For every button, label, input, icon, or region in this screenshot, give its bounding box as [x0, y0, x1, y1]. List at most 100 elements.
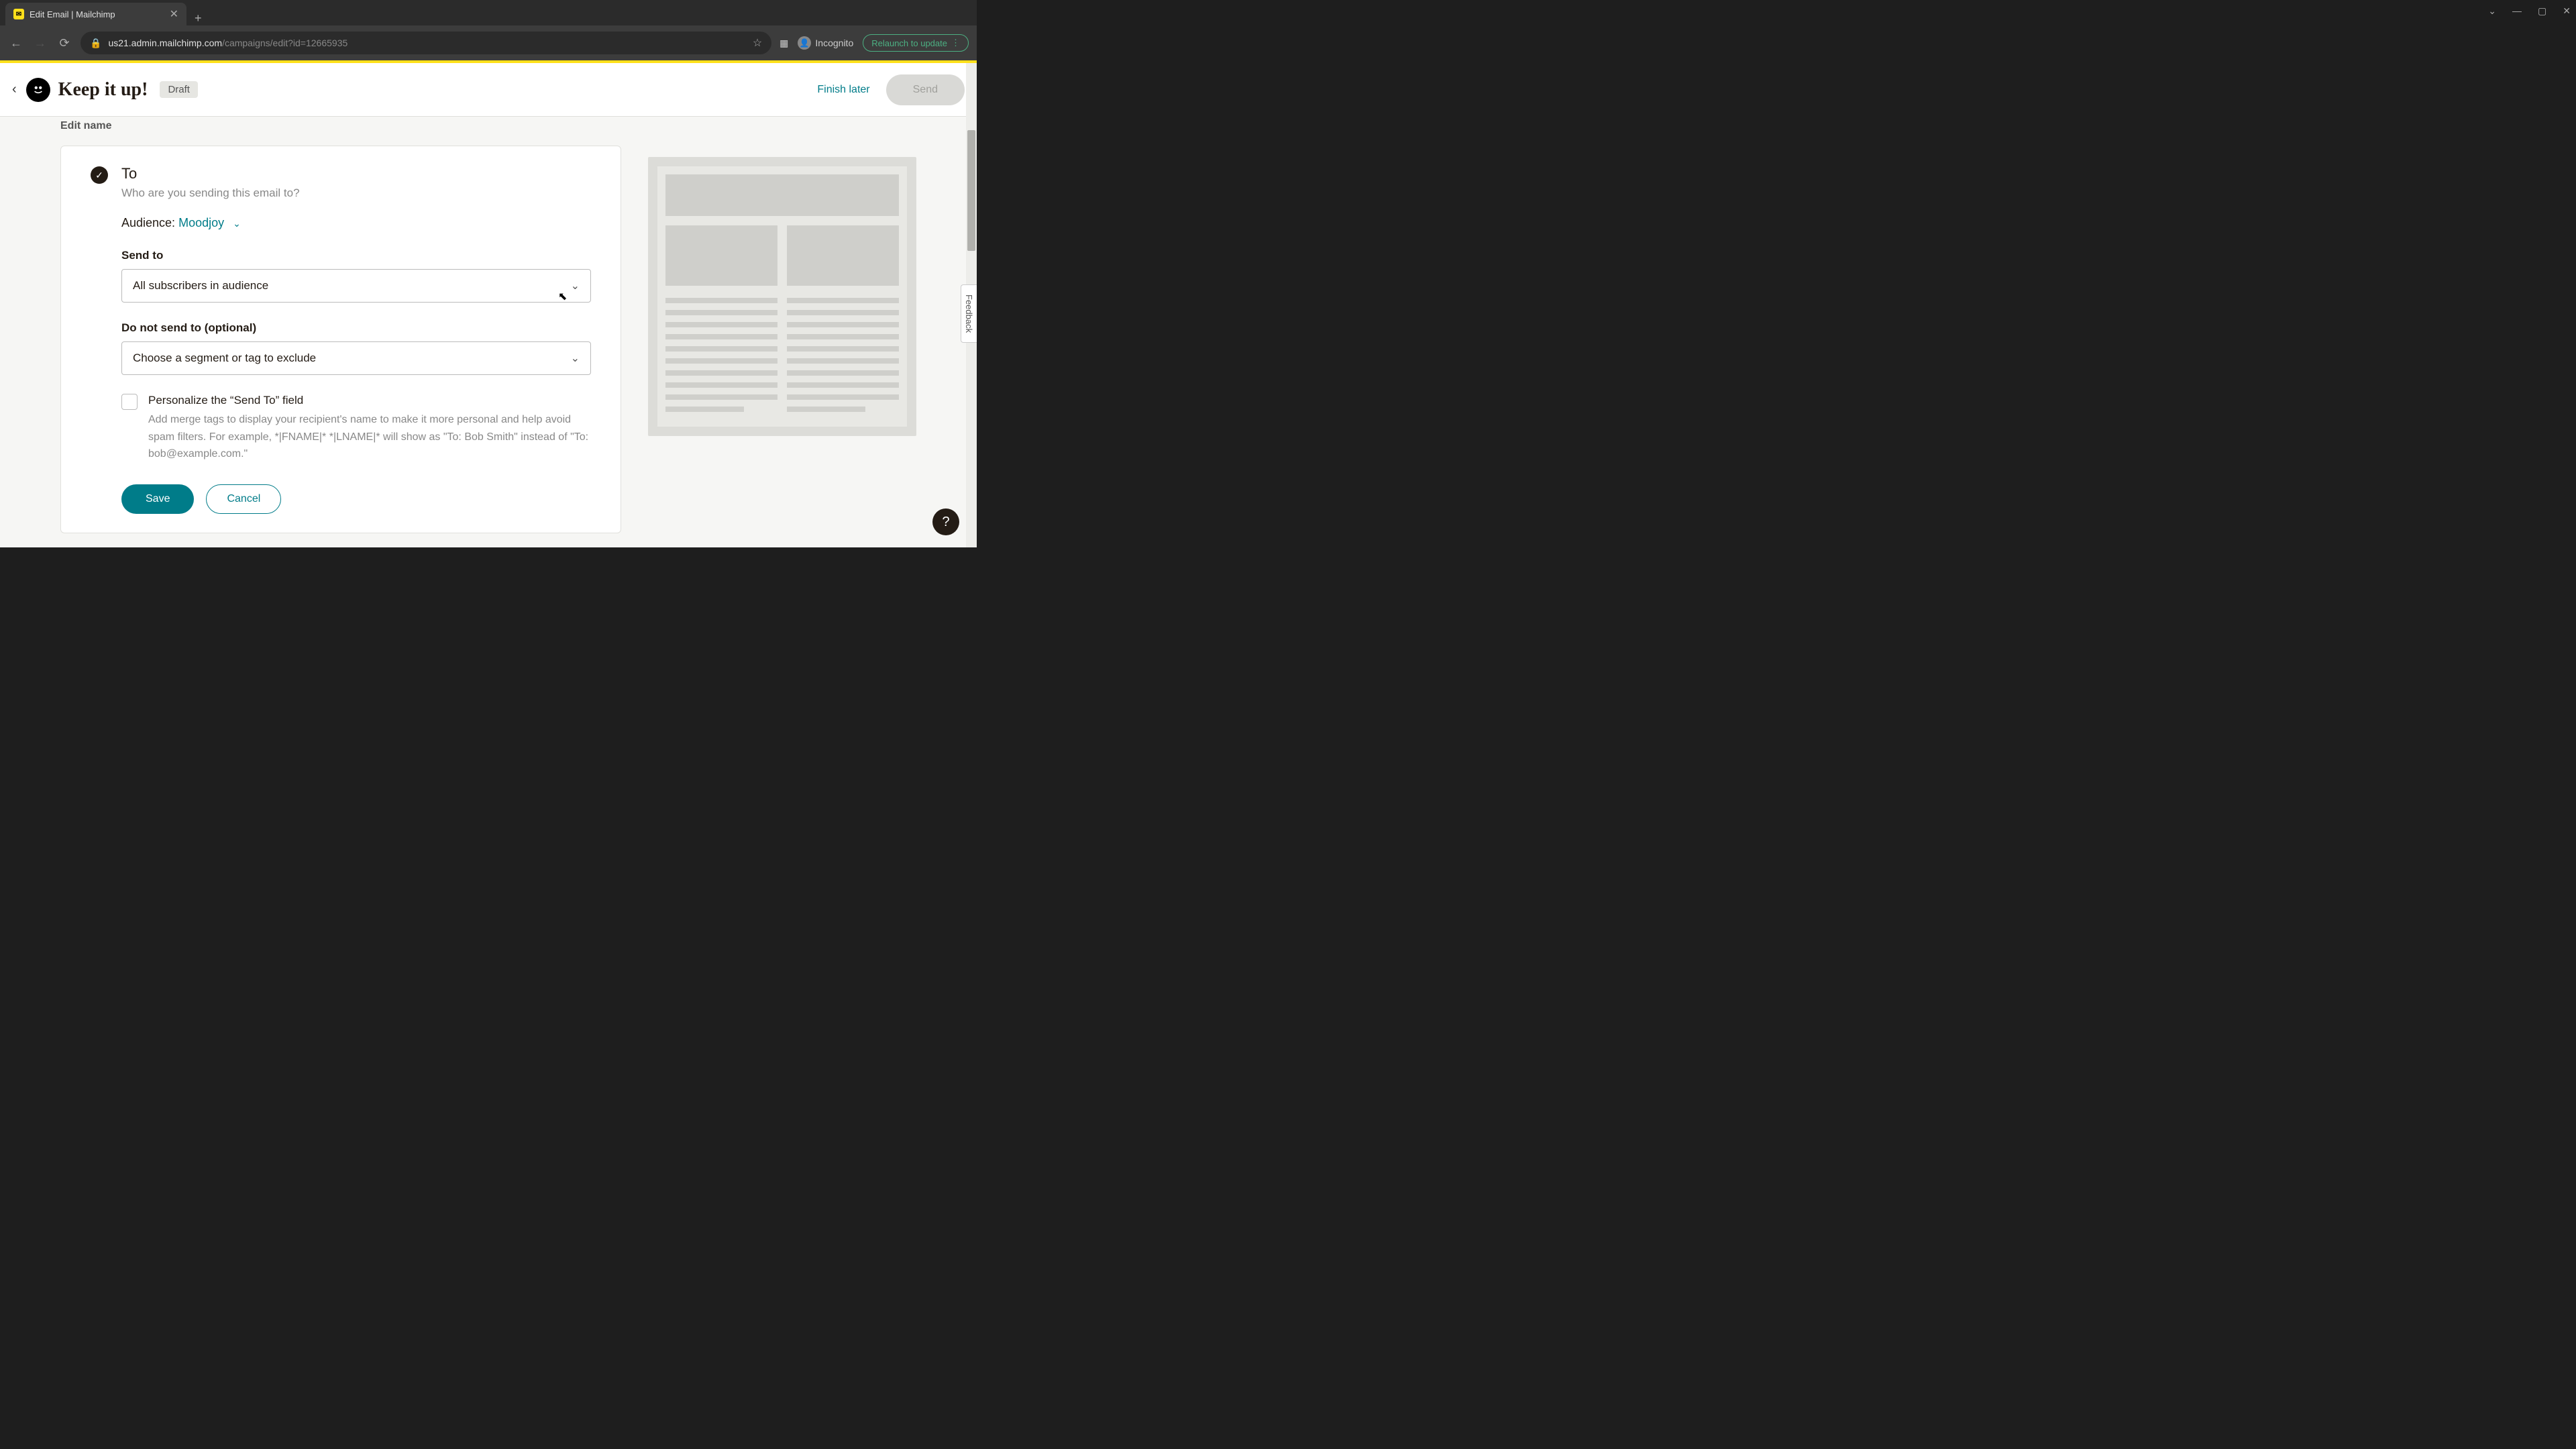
preview-inner: [657, 166, 907, 427]
forward-button[interactable]: →: [32, 36, 48, 50]
address-bar-row: ← → ⟳ 🔒 us21.admin.mailchimp.com/campaig…: [0, 25, 977, 60]
tab-close-icon[interactable]: ✕: [170, 7, 178, 21]
card-body: Audience: Moodjoy ⌄ Send to All subscrib…: [121, 216, 591, 463]
exclude-value: Choose a segment or tag to exclude: [133, 352, 316, 365]
preview-line: [787, 310, 899, 315]
finish-later-button[interactable]: Finish later: [817, 84, 869, 96]
maximize-icon[interactable]: ▢: [2538, 5, 2546, 17]
bookmark-star-icon[interactable]: ☆: [753, 36, 762, 50]
personalize-description: Add merge tags to display your recipient…: [148, 411, 591, 463]
preview-line: [665, 298, 777, 303]
url-host: us21.admin.mailchimp.com: [108, 38, 222, 48]
tab-search-icon[interactable]: ⌄: [2488, 5, 2496, 17]
page-content: ‹ Keep it up! Draft Finish later Send Ed…: [0, 60, 977, 547]
window-controls: ⌄ — ▢ ✕: [2488, 5, 2571, 17]
preview-lines-col: [787, 298, 899, 419]
to-card: ✓ To Who are you sending this email to? …: [60, 146, 621, 533]
feedback-tab[interactable]: Feedback: [961, 284, 977, 343]
preview-lines: [665, 298, 899, 419]
preview-line: [787, 394, 899, 400]
browser-tab[interactable]: ✉ Edit Email | Mailchimp ✕: [5, 3, 186, 25]
preview-line: [787, 382, 899, 388]
relaunch-label: Relaunch to update: [871, 38, 947, 48]
preview-line: [787, 407, 865, 412]
app-header: ‹ Keep it up! Draft Finish later Send: [0, 63, 977, 117]
app-back-button[interactable]: ‹: [12, 82, 17, 97]
preview-line: [665, 334, 777, 339]
lock-icon: 🔒: [90, 38, 101, 49]
preview-line: [665, 370, 777, 376]
edit-name-link[interactable]: Edit name: [60, 120, 621, 132]
preview-line: [665, 407, 744, 412]
cancel-button[interactable]: Cancel: [206, 484, 281, 514]
chevron-down-icon: ⌄: [571, 352, 580, 365]
menu-dots-icon: ⋮: [951, 38, 960, 48]
scrollbar-thumb[interactable]: [967, 130, 975, 251]
browser-chrome: ⌄ — ▢ ✕ ✉ Edit Email | Mailchimp ✕ + ← →…: [0, 0, 977, 60]
close-window-icon[interactable]: ✕: [2563, 5, 2571, 17]
personalize-checkbox[interactable]: [121, 394, 138, 410]
main-column: Edit name ✓ To Who are you sending this …: [60, 117, 621, 549]
section-subtitle: Who are you sending this email to?: [121, 186, 300, 200]
preview-line: [787, 346, 899, 352]
chevron-down-icon: ⌄: [233, 218, 241, 229]
reload-button[interactable]: ⟳: [56, 36, 72, 50]
preview-lines-col: [665, 298, 777, 419]
extensions-icon[interactable]: ▦: [780, 38, 788, 49]
preview-line: [665, 310, 777, 315]
email-preview-placeholder: [648, 157, 916, 436]
tab-bar: ✉ Edit Email | Mailchimp ✕ +: [0, 0, 977, 25]
preview-line: [787, 298, 899, 303]
preview-block: [665, 225, 777, 286]
preview-line: [787, 370, 899, 376]
audience-value: Moodjoy: [178, 216, 224, 229]
url-path: /campaigns/edit?id=12665935: [222, 38, 347, 48]
exclude-label: Do not send to (optional): [121, 321, 591, 335]
card-actions: Save Cancel: [121, 484, 591, 514]
preview-line: [665, 358, 777, 364]
mailchimp-logo-icon[interactable]: [26, 78, 50, 102]
toolbar-icons: ▦ 👤 Incognito Relaunch to update ⋮: [780, 34, 969, 52]
audience-label: Audience:: [121, 216, 175, 229]
preview-line: [665, 382, 777, 388]
preview-line: [665, 346, 777, 352]
preview-row: [665, 225, 899, 286]
preview-line: [665, 322, 777, 327]
send-to-label: Send to: [121, 249, 591, 262]
send-button[interactable]: Send: [886, 74, 965, 105]
preview-line: [787, 334, 899, 339]
send-to-select[interactable]: All subscribers in audience ⌄: [121, 269, 591, 303]
help-button[interactable]: ?: [932, 508, 959, 535]
chevron-down-icon: ⌄: [571, 279, 580, 292]
status-badge: Draft: [160, 81, 198, 98]
new-tab-button[interactable]: +: [186, 11, 210, 25]
card-header-text: To Who are you sending this email to?: [121, 165, 300, 200]
send-to-value: All subscribers in audience: [133, 279, 268, 292]
incognito-icon: 👤: [798, 36, 811, 50]
preview-line: [665, 394, 777, 400]
audience-dropdown[interactable]: Moodjoy ⌄: [178, 216, 241, 229]
favicon-icon: ✉: [13, 9, 24, 19]
relaunch-button[interactable]: Relaunch to update ⋮: [863, 34, 969, 52]
tab-title: Edit Email | Mailchimp: [30, 9, 164, 19]
address-bar[interactable]: 🔒 us21.admin.mailchimp.com/campaigns/edi…: [80, 32, 771, 54]
minimize-icon[interactable]: —: [2512, 5, 2522, 17]
header-actions: Finish later Send: [817, 74, 965, 105]
url-text: us21.admin.mailchimp.com/campaigns/edit?…: [108, 38, 745, 48]
content-area: Edit name ✓ To Who are you sending this …: [0, 117, 977, 549]
preview-line: [787, 358, 899, 364]
card-header: ✓ To Who are you sending this email to?: [91, 165, 591, 200]
preview-column: [648, 117, 916, 549]
section-title: To: [121, 165, 300, 182]
incognito-label: Incognito: [815, 38, 853, 48]
exclude-select[interactable]: Choose a segment or tag to exclude ⌄: [121, 341, 591, 375]
incognito-badge: 👤 Incognito: [798, 36, 853, 50]
personalize-row: Personalize the “Send To” field Add merg…: [121, 394, 591, 463]
back-button[interactable]: ←: [8, 36, 24, 50]
preview-line: [787, 322, 899, 327]
campaign-title: Keep it up!: [58, 79, 148, 101]
check-icon: ✓: [91, 166, 108, 184]
save-button[interactable]: Save: [121, 484, 194, 514]
audience-row: Audience: Moodjoy ⌄: [121, 216, 591, 230]
preview-block: [787, 225, 899, 286]
